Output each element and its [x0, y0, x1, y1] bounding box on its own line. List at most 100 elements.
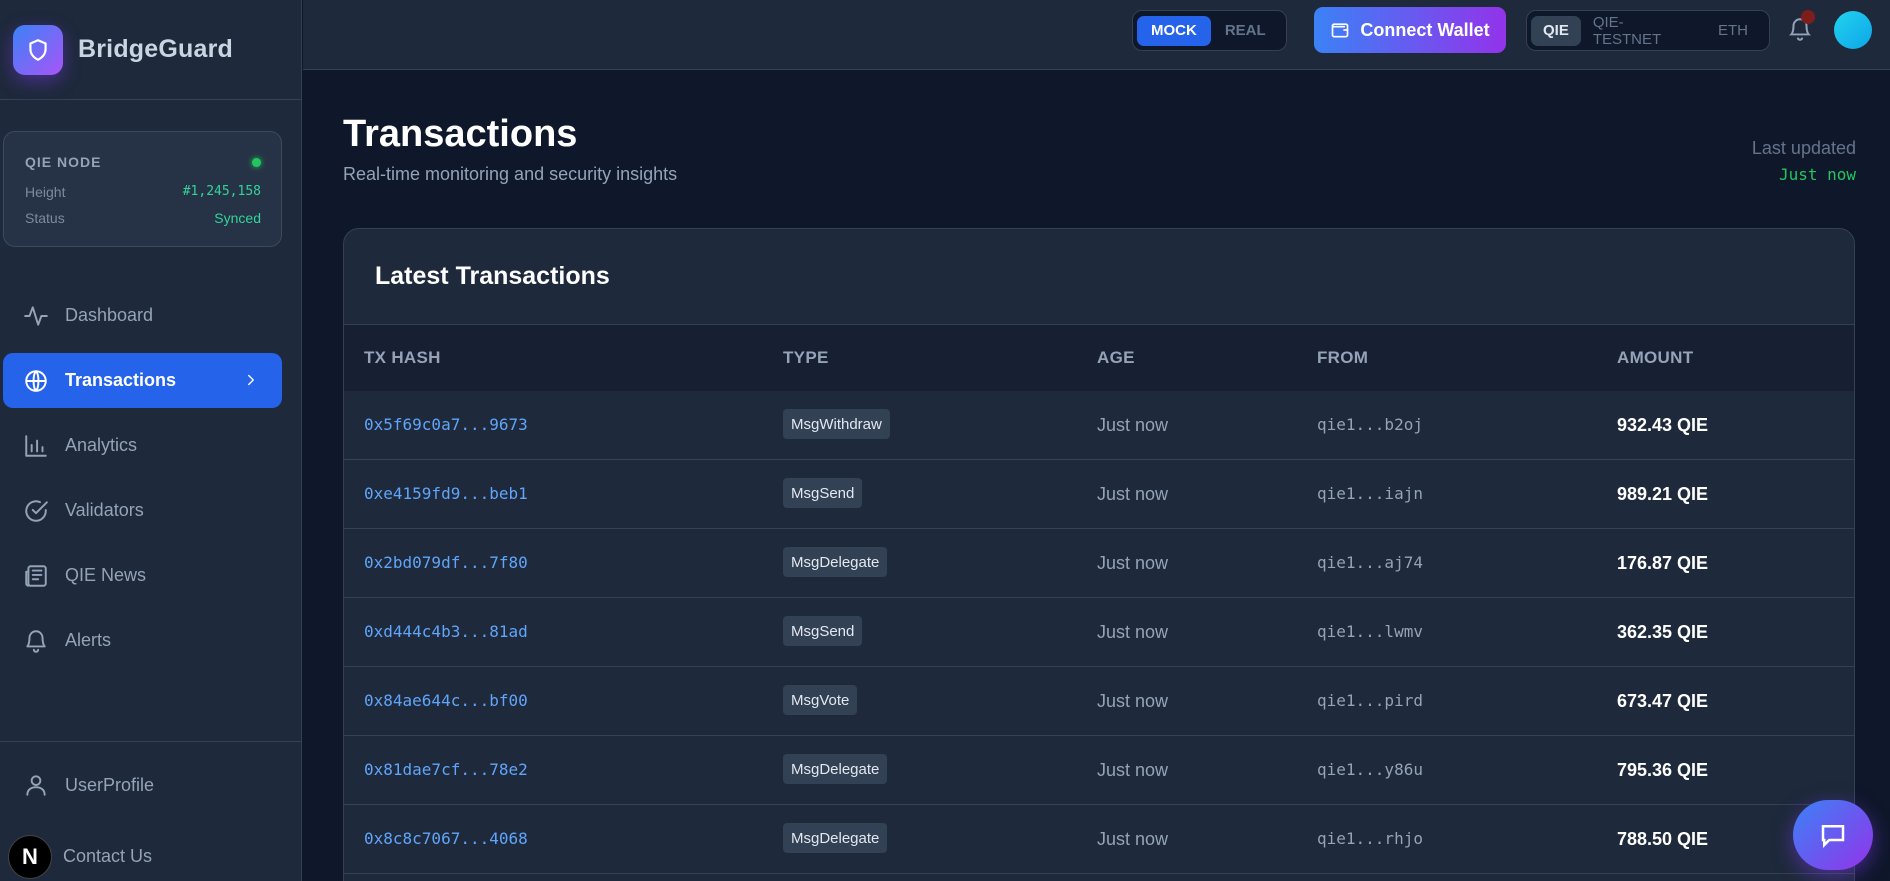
- tx-age: Just now: [1097, 415, 1169, 435]
- tx-age: Just now: [1097, 484, 1169, 504]
- table-row[interactable]: 0xd444c4b3...81ad MsgSend Just now qie1.…: [344, 598, 1854, 667]
- tx-amount: 362.35 QIE: [1617, 622, 1709, 642]
- tx-age: Just now: [1097, 829, 1169, 849]
- user-icon: [26, 775, 46, 796]
- card-header: Latest Transactions: [344, 229, 1854, 325]
- tx-hash-link[interactable]: 0x81dae7cf...78e2: [364, 760, 528, 779]
- tx-amount: 788.50 QIE: [1617, 829, 1709, 849]
- network-option-qie-testnet[interactable]: QIE-TESTNET: [1581, 14, 1701, 48]
- chevron-right-icon: [248, 374, 254, 386]
- node-status-value: Synced: [214, 210, 261, 226]
- table-row[interactable]: 0x8c8c7067...4068 MsgDelegate Just now q…: [344, 805, 1854, 874]
- sidebar-item-contact-us[interactable]: Contact Us: [63, 846, 152, 867]
- brand[interactable]: BridgeGuard: [0, 0, 301, 100]
- sidebar-footer: UserProfile N Contact Us: [0, 741, 302, 881]
- chat-button[interactable]: [1793, 800, 1873, 870]
- column-header-from: FROM: [1317, 348, 1369, 367]
- sidebar-item-label: Contact Us: [63, 846, 153, 866]
- wallet-icon: [1331, 23, 1349, 38]
- top-bar: MOCK REAL Connect Wallet QIE QIE-TESTNET…: [303, 0, 1890, 70]
- sidebar-item-dashboard[interactable]: Dashboard: [3, 288, 282, 343]
- sidebar-item-qie-news[interactable]: QIE News: [3, 548, 282, 603]
- bell-icon: [26, 629, 46, 653]
- network-option-eth[interactable]: ETH: [1701, 16, 1765, 46]
- table-row[interactable]: 0x84ae644c...bf00 MsgVote Just now qie1.…: [344, 667, 1854, 736]
- notification-badge: [1801, 10, 1815, 24]
- tx-hash-link[interactable]: 0xe4159fd9...beb1: [364, 484, 528, 503]
- sidebar-item-analytics[interactable]: Analytics: [3, 418, 282, 473]
- column-header-tx-hash: TX HASH: [364, 348, 441, 367]
- node-height-label: Height: [25, 184, 66, 200]
- sidebar-item-validators[interactable]: Validators: [3, 483, 282, 538]
- sidebar-nav: Dashboard Transactions Analytics Validat…: [3, 288, 282, 678]
- avatar[interactable]: [1834, 11, 1872, 49]
- tx-hash-link[interactable]: 0x84ae644c...bf00: [364, 691, 528, 710]
- tx-type-badge: MsgWithdraw: [783, 409, 890, 439]
- tx-type-badge: MsgDelegate: [783, 754, 888, 784]
- sidebar-item-alerts[interactable]: Alerts: [3, 613, 282, 668]
- tx-age: Just now: [1097, 760, 1169, 780]
- tx-amount: 673.47 QIE: [1617, 691, 1709, 711]
- sidebar-item-label: Transactions: [65, 370, 177, 390]
- table-row[interactable]: 0x5f69c0a7...9673 MsgWithdraw Just now q…: [344, 391, 1854, 460]
- sidebar-item-label: Validators: [65, 500, 144, 520]
- last-updated-label: Last updated: [1751, 138, 1856, 158]
- connect-wallet-button[interactable]: Connect Wallet: [1314, 7, 1506, 53]
- network-option-qie[interactable]: QIE: [1531, 15, 1581, 46]
- table-row[interactable]: 0x2bd079df...7f80 MsgDelegate Just now q…: [344, 529, 1854, 598]
- column-header-type: TYPE: [783, 348, 829, 367]
- brand-name: BridgeGuard: [78, 35, 233, 63]
- newspaper-icon: [25, 564, 47, 587]
- sidebar-item-label: UserProfile: [65, 774, 155, 795]
- tx-type-badge: MsgDelegate: [783, 547, 888, 577]
- tx-age: Just now: [1097, 553, 1169, 573]
- tx-amount: 989.21 QIE: [1617, 484, 1709, 504]
- tx-from-address: qie1...b2oj: [1317, 415, 1423, 434]
- tx-from-address: qie1...iajn: [1317, 484, 1423, 503]
- check-circle-icon: [25, 499, 48, 522]
- node-status-label: Status: [25, 210, 65, 226]
- sidebar-item-label: Alerts: [65, 630, 112, 650]
- tx-hash-link[interactable]: 0x2bd079df...7f80: [364, 553, 528, 572]
- tx-from-address: qie1...pird: [1317, 691, 1423, 710]
- tx-age: Just now: [1097, 691, 1169, 711]
- column-header-amount: AMOUNT: [1617, 348, 1694, 367]
- network-selector[interactable]: QIE QIE-TESTNET ETH: [1526, 10, 1770, 51]
- tx-from-address: qie1...aj74: [1317, 553, 1423, 572]
- sidebar-item-user-profile[interactable]: UserProfile: [23, 772, 154, 798]
- node-height-value: #1,245,158: [182, 184, 261, 199]
- node-status-card: QIE NODE Height #1,245,158 Status Synced: [3, 131, 282, 247]
- activity-icon: [24, 305, 48, 326]
- tx-hash-link[interactable]: 0x8c8c7067...4068: [364, 829, 528, 848]
- sidebar-item-label: Analytics: [65, 435, 138, 455]
- mode-option-real[interactable]: REAL: [1211, 16, 1280, 46]
- tx-from-address: qie1...y86u: [1317, 760, 1423, 779]
- connect-wallet-label: Connect Wallet: [1360, 19, 1490, 40]
- tx-hash-link[interactable]: 0x5f69c0a7...9673: [364, 415, 528, 434]
- sidebar-item-label: QIE News: [65, 565, 147, 585]
- node-online-indicator: [252, 157, 261, 167]
- data-mode-toggle[interactable]: MOCK REAL: [1132, 10, 1287, 51]
- sidebar-item-transactions[interactable]: Transactions: [3, 353, 282, 408]
- chat-icon: [1821, 825, 1845, 849]
- mode-option-mock[interactable]: MOCK: [1137, 15, 1211, 46]
- node-title: QIE NODE: [25, 154, 102, 170]
- tx-type-badge: MsgSend: [783, 616, 863, 646]
- framework-badge-icon[interactable]: N: [8, 835, 52, 879]
- last-updated: Last updated Just now: [1752, 138, 1856, 184]
- sidebar: BridgeGuard QIE NODE Height #1,245,158 S…: [0, 0, 302, 881]
- table-row[interactable]: 0xe4159fd9...beb1 MsgSend Just now qie1.…: [344, 460, 1854, 529]
- card-title: Latest Transactions: [375, 262, 610, 290]
- table-row[interactable]: 0x81dae7cf...78e2 MsgDelegate Just now q…: [344, 736, 1854, 805]
- tx-amount: 932.43 QIE: [1617, 415, 1709, 435]
- page-subtitle: Real-time monitoring and security insigh…: [343, 164, 678, 184]
- shield-logo-icon: [13, 24, 63, 75]
- sidebar-item-label: Dashboard: [65, 305, 154, 325]
- tx-from-address: qie1...lwmv: [1317, 622, 1423, 641]
- tx-hash-link[interactable]: 0xd444c4b3...81ad: [364, 622, 528, 641]
- tx-type-badge: MsgVote: [783, 685, 858, 715]
- notifications-button[interactable]: [1787, 10, 1815, 42]
- tx-amount: 795.36 QIE: [1617, 760, 1709, 780]
- globe-icon: [25, 369, 47, 392]
- tx-from-address: qie1...rhjo: [1317, 829, 1423, 848]
